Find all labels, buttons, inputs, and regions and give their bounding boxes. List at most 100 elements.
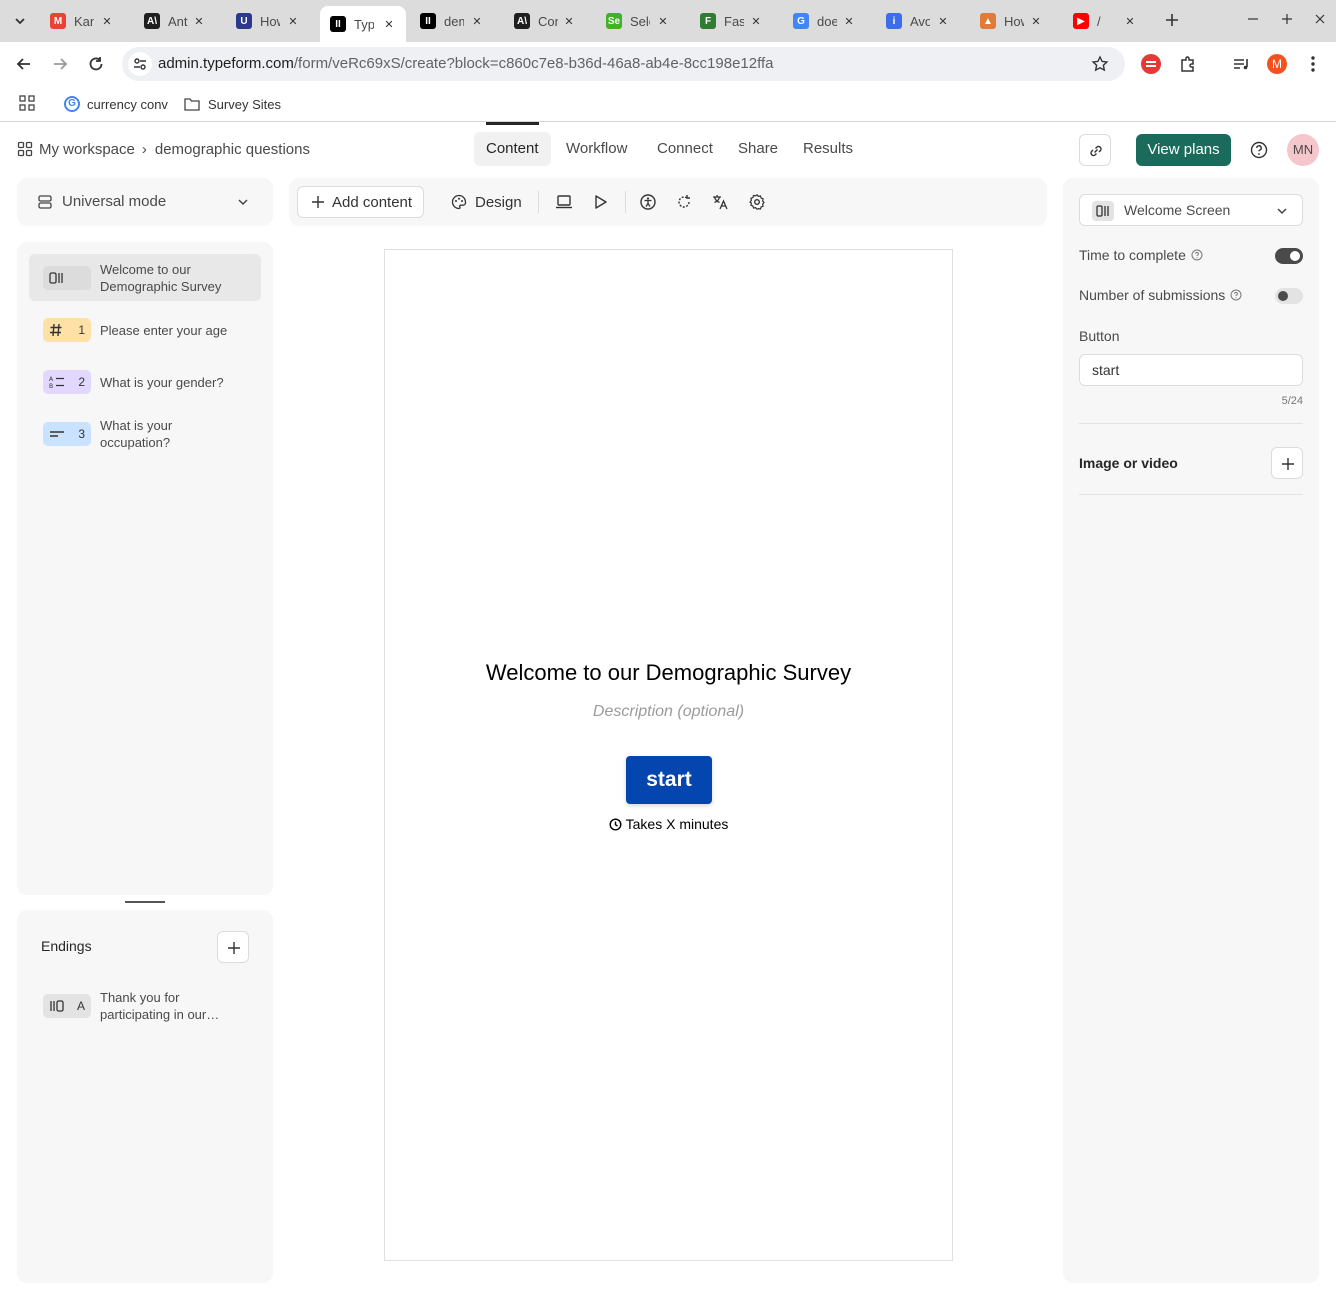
browser-menu-icon[interactable]: [1304, 54, 1322, 74]
play-preview-icon[interactable]: [589, 191, 611, 213]
start-button[interactable]: start: [626, 756, 712, 804]
desktop-preview-icon[interactable]: [553, 191, 575, 213]
block-type-select[interactable]: Welcome Screen: [1079, 194, 1303, 226]
browser-tab[interactable]: II dem ✕: [410, 8, 494, 34]
settings-gear-icon[interactable]: [746, 191, 768, 213]
address-bar[interactable]: admin.typeform.com/form/veRc69xS/create?…: [122, 47, 1125, 81]
button-text-input[interactable]: [1079, 354, 1303, 386]
copy-link-button[interactable]: [1079, 134, 1111, 166]
block-label: Please enter your age: [100, 323, 228, 338]
close-tab-icon[interactable]: ✕: [842, 15, 856, 28]
url-path: /form/veRc69xS/create?block=c860c7e8-b36…: [293, 55, 774, 72]
browser-tab[interactable]: U How ✕: [226, 8, 310, 34]
profile-avatar[interactable]: M: [1267, 54, 1287, 74]
back-icon[interactable]: [14, 54, 34, 74]
toolbar-divider: [625, 191, 626, 213]
url-host: admin.typeform.com: [158, 55, 294, 72]
close-tab-icon[interactable]: ✕: [470, 15, 484, 28]
media-controls-icon[interactable]: [1231, 54, 1251, 74]
browser-tab[interactable]: F Fast ✕: [690, 8, 773, 34]
breadcrumb-form-name[interactable]: demographic questions: [155, 141, 310, 158]
ending-item[interactable]: A Thank you for participating in our…: [29, 986, 261, 1026]
block-item-age[interactable]: 1 Please enter your age: [29, 310, 261, 350]
maximize-icon[interactable]: [1280, 12, 1294, 26]
tab-title: Fast: [724, 13, 744, 29]
bookmark-star-icon[interactable]: [1091, 55, 1109, 73]
browser-tab[interactable]: M Kan ✕: [40, 8, 124, 34]
browser-tab[interactable]: A\ Con ✕: [504, 8, 586, 34]
welcome-title[interactable]: Welcome to our Demographic Survey: [385, 660, 952, 686]
close-tab-icon[interactable]: ✕: [382, 18, 396, 31]
short-text-icon: [50, 431, 64, 437]
block-item-occupation[interactable]: 3 What is your occupation?: [29, 414, 261, 454]
close-tab-icon[interactable]: ✕: [562, 15, 576, 28]
number-of-submissions-setting: Number of submissions: [1079, 287, 1242, 303]
info-icon[interactable]: [1191, 249, 1203, 261]
extensions-puzzle-icon[interactable]: [1178, 54, 1198, 74]
logic-icon[interactable]: [673, 191, 695, 213]
block-item-gender[interactable]: AB 2 What is your gender?: [29, 362, 261, 402]
close-window-icon[interactable]: [1313, 12, 1327, 26]
info-icon[interactable]: [1230, 289, 1242, 301]
new-tab-icon[interactable]: [1163, 11, 1181, 29]
browser-tab[interactable]: II Typ ✕: [320, 6, 406, 42]
toolbar-divider: [538, 191, 539, 213]
browser-tab[interactable]: i Avo ✕: [876, 8, 960, 34]
resize-handle[interactable]: [125, 901, 165, 903]
tab-title: Antl: [168, 13, 188, 29]
add-image-button[interactable]: [1271, 447, 1303, 479]
browser-tab[interactable]: A\ Antl ✕: [134, 8, 216, 34]
user-avatar[interactable]: MN: [1287, 134, 1319, 166]
divider: [1079, 494, 1303, 495]
close-tab-icon[interactable]: ✕: [1123, 15, 1137, 28]
design-button[interactable]: Design: [441, 186, 522, 218]
tab-favicon-icon: Se: [606, 13, 622, 29]
number-of-submissions-toggle[interactable]: [1275, 288, 1303, 304]
welcome-description[interactable]: Description (optional): [385, 703, 952, 721]
close-tab-icon[interactable]: ✕: [286, 15, 300, 28]
tab-connect[interactable]: Connect: [645, 132, 725, 166]
time-to-complete-toggle[interactable]: [1275, 248, 1303, 264]
bookmark-currency-conv[interactable]: G currency conv: [64, 94, 168, 114]
browser-tab[interactable]: Se Sele ✕: [596, 8, 680, 34]
palette-icon: [451, 194, 467, 210]
block-number: 1: [78, 323, 85, 337]
apps-grid-icon[interactable]: [18, 94, 36, 112]
tab-favicon-icon: II: [330, 16, 346, 32]
add-content-button[interactable]: Add content: [297, 186, 424, 218]
browser-tab[interactable]: ▲ How ✕: [970, 8, 1053, 34]
tab-search-icon[interactable]: [10, 11, 30, 31]
reload-icon[interactable]: [86, 54, 106, 74]
browser-tab[interactable]: ▶ / ✕: [1063, 8, 1147, 34]
site-info-icon[interactable]: [128, 52, 152, 76]
settings-panel: Welcome Screen Time to complete Number o…: [1063, 178, 1319, 1283]
accessibility-icon[interactable]: [637, 191, 659, 213]
tab-share[interactable]: Share: [726, 132, 790, 166]
tab-workflow[interactable]: Workflow: [554, 132, 639, 166]
minimize-icon[interactable]: [1246, 12, 1260, 26]
breadcrumb-workspace[interactable]: My workspace: [39, 141, 135, 158]
form-preview: Welcome to our Demographic Survey Descri…: [384, 249, 953, 1261]
close-tab-icon[interactable]: ✕: [749, 15, 763, 28]
close-tab-icon[interactable]: ✕: [936, 15, 950, 28]
add-ending-button[interactable]: [217, 931, 249, 963]
close-tab-icon[interactable]: ✕: [656, 15, 670, 28]
help-icon[interactable]: [1249, 140, 1269, 160]
view-plans-button[interactable]: View plans: [1136, 134, 1231, 166]
close-tab-icon[interactable]: ✕: [100, 15, 114, 28]
block-item-welcome[interactable]: Welcome to our Demographic Survey: [29, 254, 261, 301]
tab-content[interactable]: Content: [474, 132, 551, 166]
extension-icon[interactable]: [1141, 54, 1161, 74]
browser-tab[interactable]: Gdoe ✕: [783, 8, 866, 34]
mode-selector[interactable]: Universal mode: [17, 178, 273, 226]
close-tab-icon[interactable]: ✕: [192, 15, 206, 28]
bookmark-survey-sites[interactable]: Survey Sites: [184, 94, 281, 114]
tab-title: Typ: [354, 16, 374, 32]
translate-icon[interactable]: [709, 191, 731, 213]
forward-icon[interactable]: [50, 54, 70, 74]
divider: [1079, 423, 1303, 424]
tab-results[interactable]: Results: [791, 132, 865, 166]
block-label: What is your occupation?: [100, 418, 173, 450]
close-tab-icon[interactable]: ✕: [1029, 15, 1043, 28]
clock-icon: [609, 817, 622, 831]
